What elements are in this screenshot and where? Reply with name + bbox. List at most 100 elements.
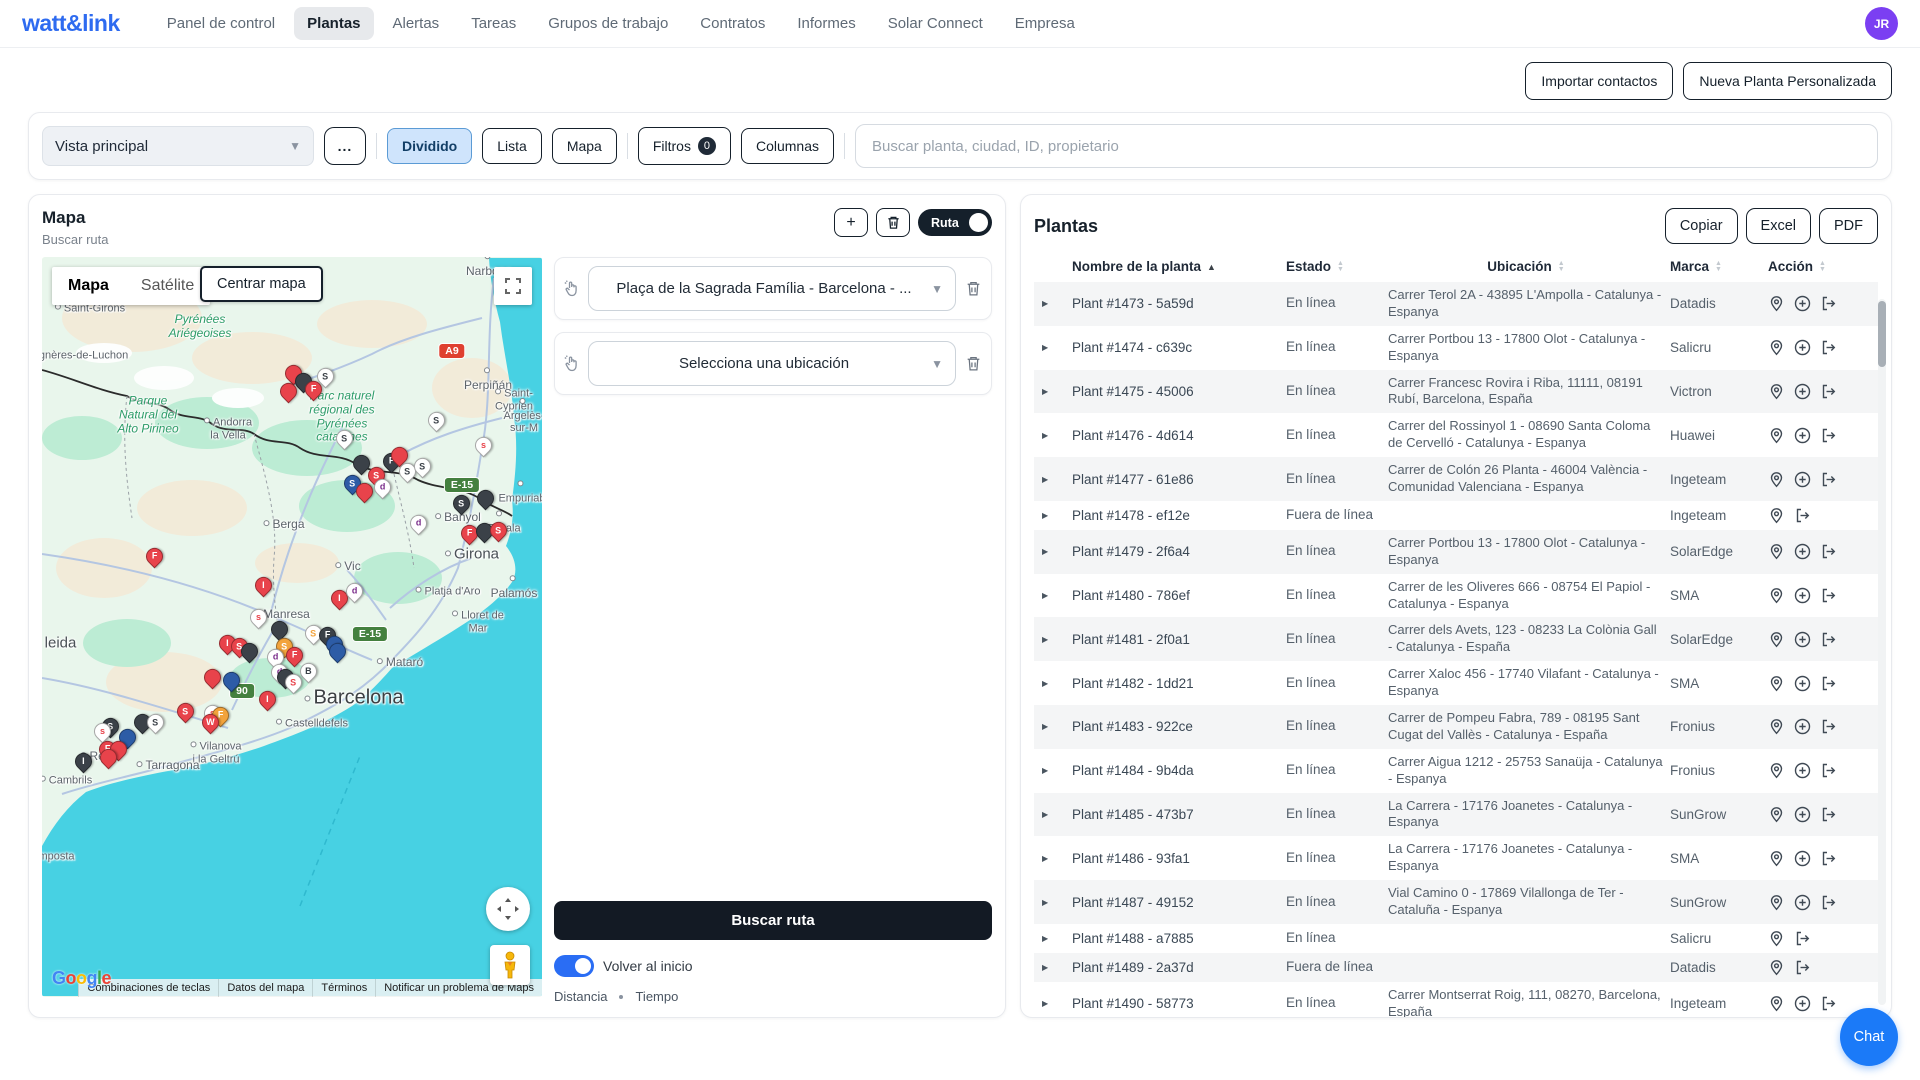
add-circle-icon[interactable]	[1794, 718, 1811, 735]
export-row-icon[interactable]	[1820, 543, 1837, 560]
user-avatar[interactable]: JR	[1865, 7, 1898, 40]
location-pin-icon[interactable]	[1768, 718, 1785, 735]
drag-handle-icon[interactable]	[564, 280, 579, 297]
map-pin-icon[interactable]: S	[317, 368, 335, 392]
map-type-satellite-button[interactable]: Satélite	[125, 267, 210, 305]
view-select[interactable]: Vista principal ▼	[42, 126, 314, 166]
location-pin-icon[interactable]	[1768, 295, 1785, 312]
location-pin-icon[interactable]	[1768, 471, 1785, 488]
export-row-icon[interactable]	[1820, 587, 1837, 604]
table-row[interactable]: ▶ Plant #1486 - 93fa1 En línea La Carrer…	[1034, 836, 1878, 880]
export-row-icon[interactable]	[1820, 718, 1837, 735]
map-pin-icon[interactable]: F	[146, 548, 164, 572]
table-row[interactable]: ▶ Plant #1487 - 49152 En línea Vial Cami…	[1034, 880, 1878, 924]
more-options-button[interactable]: ...	[324, 127, 366, 165]
remove-stop-icon[interactable]	[965, 355, 982, 372]
map-pin-icon[interactable]: I	[75, 753, 93, 777]
location-pin-icon[interactable]	[1768, 930, 1785, 947]
add-circle-icon[interactable]	[1794, 543, 1811, 560]
route-toggle[interactable]: Ruta	[918, 209, 992, 236]
nav-item[interactable]: Solar Connect	[875, 7, 996, 40]
new-custom-plant-button[interactable]: Nueva Planta Personalizada	[1683, 62, 1892, 100]
columns-button[interactable]: Columnas	[741, 128, 834, 164]
table-row[interactable]: ▶ Plant #1483 - 922ce En línea Carrer de…	[1034, 705, 1878, 749]
export-row-icon[interactable]	[1820, 295, 1837, 312]
export-row-icon[interactable]	[1820, 675, 1837, 692]
row-expand-caret[interactable]: ▶	[1042, 722, 1066, 731]
center-map-button[interactable]: Centrar mapa	[200, 266, 323, 302]
map-pin-icon[interactable]: S	[336, 430, 354, 454]
map-pin-icon[interactable]: W	[202, 714, 220, 738]
nav-item[interactable]: Plantas	[294, 7, 373, 40]
add-circle-icon[interactable]	[1794, 675, 1811, 692]
location-pin-icon[interactable]	[1768, 894, 1785, 911]
search-route-button[interactable]: Buscar ruta	[554, 901, 992, 940]
map-pin-icon[interactable]	[477, 490, 495, 514]
map-attribution-link[interactable]: Datos del mapa	[218, 979, 312, 997]
row-expand-caret[interactable]: ▶	[1042, 635, 1066, 644]
location-pin-icon[interactable]	[1768, 631, 1785, 648]
nav-item[interactable]: Informes	[784, 7, 868, 40]
nav-item[interactable]: Grupos de trabajo	[535, 7, 681, 40]
add-circle-icon[interactable]	[1794, 587, 1811, 604]
map-pin-icon[interactable]	[280, 383, 298, 407]
row-expand-caret[interactable]: ▶	[1042, 963, 1066, 972]
pan-control-button[interactable]	[486, 887, 530, 931]
table-row[interactable]: ▶ Plant #1473 - 5a59d En línea Carrer Te…	[1034, 282, 1878, 326]
nav-item[interactable]: Contratos	[687, 7, 778, 40]
table-row[interactable]: ▶ Plant #1481 - 2f0a1 En línea Carrer de…	[1034, 617, 1878, 661]
google-map[interactable]: NarbonaSaint-GironsPyrénées Ariégeoisesa…	[42, 257, 542, 997]
map-pin-icon[interactable]: S	[453, 495, 471, 519]
table-row[interactable]: ▶ Plant #1489 - 2a37d Fuera de línea Dat…	[1034, 953, 1878, 982]
chat-button[interactable]: Chat	[1840, 1008, 1898, 1066]
table-row[interactable]: ▶ Plant #1478 - ef12e Fuera de línea Ing…	[1034, 501, 1878, 530]
location-pin-icon[interactable]	[1768, 427, 1785, 444]
row-expand-caret[interactable]: ▶	[1042, 810, 1066, 819]
nav-item[interactable]: Alertas	[380, 7, 453, 40]
clear-route-button[interactable]	[876, 208, 910, 237]
map-pin-icon[interactable]: S	[490, 522, 508, 546]
table-row[interactable]: ▶ Plant #1476 - 4d614 En línea Carrer de…	[1034, 413, 1878, 457]
filters-button[interactable]: Filtros 0	[638, 127, 731, 165]
add-circle-icon[interactable]	[1794, 806, 1811, 823]
column-header-name[interactable]: Nombre de la planta▲	[1072, 259, 1280, 274]
location-select[interactable]: Selecciona una ubicación ▼	[588, 341, 956, 386]
add-circle-icon[interactable]	[1794, 631, 1811, 648]
add-stop-button[interactable]: +	[834, 208, 868, 237]
row-expand-caret[interactable]: ▶	[1042, 475, 1066, 484]
location-pin-icon[interactable]	[1768, 675, 1785, 692]
map-pin-icon[interactable]: I	[259, 691, 277, 715]
row-expand-caret[interactable]: ▶	[1042, 387, 1066, 396]
export-button[interactable]: Copiar	[1665, 208, 1738, 244]
map-pin-icon[interactable]: I	[255, 577, 273, 601]
table-scrollbar[interactable]	[1878, 299, 1886, 1005]
map-pin-icon[interactable]	[356, 483, 374, 507]
row-expand-caret[interactable]: ▶	[1042, 898, 1066, 907]
table-row[interactable]: ▶ Plant #1477 - 61e86 En línea Carrer de…	[1034, 457, 1878, 501]
add-circle-icon[interactable]	[1794, 995, 1811, 1012]
export-row-icon[interactable]	[1820, 995, 1837, 1012]
nav-item[interactable]: Panel de control	[154, 7, 288, 40]
export-row-icon[interactable]	[1820, 631, 1837, 648]
table-row[interactable]: ▶ Plant #1474 - c639c En línea Carrer Po…	[1034, 326, 1878, 370]
scrollbar-thumb[interactable]	[1878, 301, 1886, 367]
export-row-icon[interactable]	[1820, 339, 1837, 356]
fullscreen-button[interactable]	[494, 267, 532, 305]
location-pin-icon[interactable]	[1768, 587, 1785, 604]
view-mode-button[interactable]: Dividido	[387, 128, 472, 164]
row-expand-caret[interactable]: ▶	[1042, 547, 1066, 556]
nav-item[interactable]: Tareas	[458, 7, 529, 40]
row-expand-caret[interactable]: ▶	[1042, 854, 1066, 863]
column-header-action[interactable]: Acción▲▼	[1768, 259, 1864, 274]
location-pin-icon[interactable]	[1768, 543, 1785, 560]
export-row-icon[interactable]	[1794, 930, 1811, 947]
add-circle-icon[interactable]	[1794, 427, 1811, 444]
location-pin-icon[interactable]	[1768, 507, 1785, 524]
export-row-icon[interactable]	[1820, 762, 1837, 779]
row-expand-caret[interactable]: ▶	[1042, 511, 1066, 520]
export-row-icon[interactable]	[1794, 507, 1811, 524]
table-row[interactable]: ▶ Plant #1482 - 1dd21 En línea Carrer Xa…	[1034, 661, 1878, 705]
map-pin-icon[interactable]	[223, 672, 241, 696]
map-pin-icon[interactable]	[329, 643, 347, 667]
location-pin-icon[interactable]	[1768, 762, 1785, 779]
